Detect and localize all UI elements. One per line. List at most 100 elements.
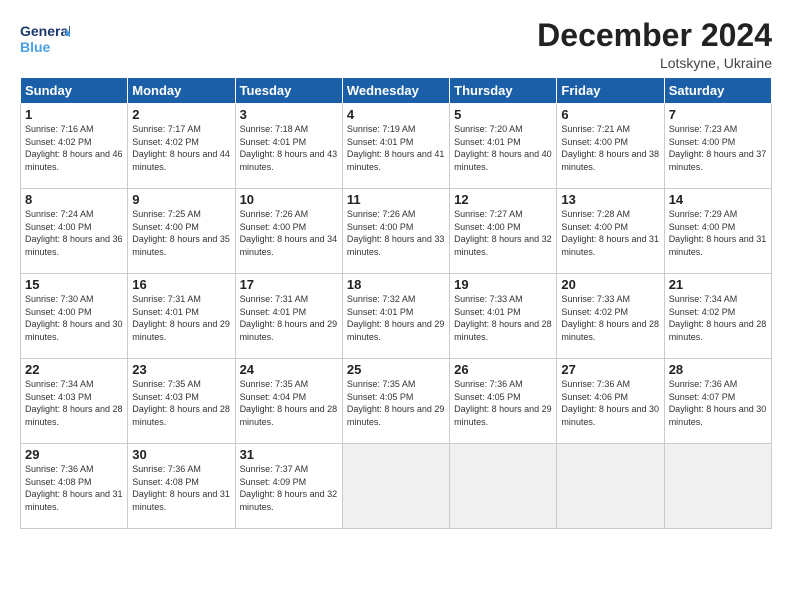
svg-text:General: General: [20, 23, 70, 39]
weekday-header-monday: Monday: [128, 78, 235, 104]
day-cell-1: 1 Sunrise: 7:16 AMSunset: 4:02 PMDayligh…: [21, 104, 128, 189]
day-info: Sunrise: 7:19 AMSunset: 4:01 PMDaylight:…: [347, 124, 445, 172]
day-cell-14: 14 Sunrise: 7:29 AMSunset: 4:00 PMDaylig…: [664, 189, 771, 274]
day-cell-4: 4 Sunrise: 7:19 AMSunset: 4:01 PMDayligh…: [342, 104, 449, 189]
day-number: 15: [25, 277, 123, 292]
month-title: December 2024: [537, 18, 772, 53]
day-number: 7: [669, 107, 767, 122]
day-info: Sunrise: 7:32 AMSunset: 4:01 PMDaylight:…: [347, 294, 445, 342]
weekday-header-sunday: Sunday: [21, 78, 128, 104]
day-cell-26: 26 Sunrise: 7:36 AMSunset: 4:05 PMDaylig…: [450, 359, 557, 444]
day-info: Sunrise: 7:34 AMSunset: 4:02 PMDaylight:…: [669, 294, 767, 342]
day-cell-22: 22 Sunrise: 7:34 AMSunset: 4:03 PMDaylig…: [21, 359, 128, 444]
week-row-3: 15 Sunrise: 7:30 AMSunset: 4:00 PMDaylig…: [21, 274, 772, 359]
day-info: Sunrise: 7:27 AMSunset: 4:00 PMDaylight:…: [454, 209, 552, 257]
day-cell-10: 10 Sunrise: 7:26 AMSunset: 4:00 PMDaylig…: [235, 189, 342, 274]
week-row-4: 22 Sunrise: 7:34 AMSunset: 4:03 PMDaylig…: [21, 359, 772, 444]
day-info: Sunrise: 7:34 AMSunset: 4:03 PMDaylight:…: [25, 379, 123, 427]
empty-cell: [557, 444, 664, 529]
day-cell-9: 9 Sunrise: 7:25 AMSunset: 4:00 PMDayligh…: [128, 189, 235, 274]
weekday-header-tuesday: Tuesday: [235, 78, 342, 104]
week-row-2: 8 Sunrise: 7:24 AMSunset: 4:00 PMDayligh…: [21, 189, 772, 274]
day-number: 17: [240, 277, 338, 292]
day-info: Sunrise: 7:33 AMSunset: 4:02 PMDaylight:…: [561, 294, 659, 342]
empty-cell: [450, 444, 557, 529]
week-row-1: 1 Sunrise: 7:16 AMSunset: 4:02 PMDayligh…: [21, 104, 772, 189]
logo-svg: General Blue: [20, 18, 70, 60]
day-info: Sunrise: 7:24 AMSunset: 4:00 PMDaylight:…: [25, 209, 123, 257]
day-number: 21: [669, 277, 767, 292]
weekday-header-saturday: Saturday: [664, 78, 771, 104]
day-number: 27: [561, 362, 659, 377]
day-cell-27: 27 Sunrise: 7:36 AMSunset: 4:06 PMDaylig…: [557, 359, 664, 444]
empty-cell: [664, 444, 771, 529]
day-info: Sunrise: 7:28 AMSunset: 4:00 PMDaylight:…: [561, 209, 659, 257]
day-number: 1: [25, 107, 123, 122]
day-cell-13: 13 Sunrise: 7:28 AMSunset: 4:00 PMDaylig…: [557, 189, 664, 274]
day-number: 5: [454, 107, 552, 122]
day-number: 22: [25, 362, 123, 377]
day-number: 25: [347, 362, 445, 377]
day-number: 4: [347, 107, 445, 122]
day-number: 28: [669, 362, 767, 377]
day-info: Sunrise: 7:16 AMSunset: 4:02 PMDaylight:…: [25, 124, 123, 172]
svg-text:Blue: Blue: [20, 39, 51, 55]
day-info: Sunrise: 7:20 AMSunset: 4:01 PMDaylight:…: [454, 124, 552, 172]
day-cell-11: 11 Sunrise: 7:26 AMSunset: 4:00 PMDaylig…: [342, 189, 449, 274]
calendar-body: 1 Sunrise: 7:16 AMSunset: 4:02 PMDayligh…: [21, 104, 772, 529]
day-number: 24: [240, 362, 338, 377]
day-cell-15: 15 Sunrise: 7:30 AMSunset: 4:00 PMDaylig…: [21, 274, 128, 359]
day-info: Sunrise: 7:33 AMSunset: 4:01 PMDaylight:…: [454, 294, 552, 342]
day-cell-18: 18 Sunrise: 7:32 AMSunset: 4:01 PMDaylig…: [342, 274, 449, 359]
day-info: Sunrise: 7:36 AMSunset: 4:08 PMDaylight:…: [132, 464, 230, 512]
day-cell-16: 16 Sunrise: 7:31 AMSunset: 4:01 PMDaylig…: [128, 274, 235, 359]
day-number: 29: [25, 447, 123, 462]
day-cell-3: 3 Sunrise: 7:18 AMSunset: 4:01 PMDayligh…: [235, 104, 342, 189]
day-cell-20: 20 Sunrise: 7:33 AMSunset: 4:02 PMDaylig…: [557, 274, 664, 359]
day-info: Sunrise: 7:17 AMSunset: 4:02 PMDaylight:…: [132, 124, 230, 172]
day-cell-6: 6 Sunrise: 7:21 AMSunset: 4:00 PMDayligh…: [557, 104, 664, 189]
day-info: Sunrise: 7:35 AMSunset: 4:04 PMDaylight:…: [240, 379, 338, 427]
day-info: Sunrise: 7:36 AMSunset: 4:07 PMDaylight:…: [669, 379, 767, 427]
calendar-page: General Blue December 2024 Lotskyne, Ukr…: [0, 0, 792, 612]
day-cell-21: 21 Sunrise: 7:34 AMSunset: 4:02 PMDaylig…: [664, 274, 771, 359]
day-cell-7: 7 Sunrise: 7:23 AMSunset: 4:00 PMDayligh…: [664, 104, 771, 189]
day-cell-29: 29 Sunrise: 7:36 AMSunset: 4:08 PMDaylig…: [21, 444, 128, 529]
day-number: 3: [240, 107, 338, 122]
day-number: 26: [454, 362, 552, 377]
empty-cell: [342, 444, 449, 529]
day-number: 31: [240, 447, 338, 462]
day-number: 23: [132, 362, 230, 377]
calendar-table: SundayMondayTuesdayWednesdayThursdayFrid…: [20, 77, 772, 529]
day-number: 10: [240, 192, 338, 207]
weekday-header-row: SundayMondayTuesdayWednesdayThursdayFrid…: [21, 78, 772, 104]
header: General Blue December 2024 Lotskyne, Ukr…: [20, 18, 772, 71]
day-info: Sunrise: 7:26 AMSunset: 4:00 PMDaylight:…: [240, 209, 338, 257]
day-info: Sunrise: 7:35 AMSunset: 4:05 PMDaylight:…: [347, 379, 445, 427]
day-info: Sunrise: 7:25 AMSunset: 4:00 PMDaylight:…: [132, 209, 230, 257]
day-cell-17: 17 Sunrise: 7:31 AMSunset: 4:01 PMDaylig…: [235, 274, 342, 359]
day-number: 12: [454, 192, 552, 207]
day-number: 16: [132, 277, 230, 292]
day-cell-25: 25 Sunrise: 7:35 AMSunset: 4:05 PMDaylig…: [342, 359, 449, 444]
day-info: Sunrise: 7:36 AMSunset: 4:06 PMDaylight:…: [561, 379, 659, 427]
day-cell-31: 31 Sunrise: 7:37 AMSunset: 4:09 PMDaylig…: [235, 444, 342, 529]
week-row-5: 29 Sunrise: 7:36 AMSunset: 4:08 PMDaylig…: [21, 444, 772, 529]
day-info: Sunrise: 7:36 AMSunset: 4:08 PMDaylight:…: [25, 464, 123, 512]
day-info: Sunrise: 7:31 AMSunset: 4:01 PMDaylight:…: [132, 294, 230, 342]
day-info: Sunrise: 7:26 AMSunset: 4:00 PMDaylight:…: [347, 209, 445, 257]
weekday-header-friday: Friday: [557, 78, 664, 104]
weekday-header-wednesday: Wednesday: [342, 78, 449, 104]
day-number: 14: [669, 192, 767, 207]
day-cell-5: 5 Sunrise: 7:20 AMSunset: 4:01 PMDayligh…: [450, 104, 557, 189]
day-info: Sunrise: 7:37 AMSunset: 4:09 PMDaylight:…: [240, 464, 338, 512]
day-cell-19: 19 Sunrise: 7:33 AMSunset: 4:01 PMDaylig…: [450, 274, 557, 359]
day-cell-28: 28 Sunrise: 7:36 AMSunset: 4:07 PMDaylig…: [664, 359, 771, 444]
day-number: 8: [25, 192, 123, 207]
day-info: Sunrise: 7:23 AMSunset: 4:00 PMDaylight:…: [669, 124, 767, 172]
day-info: Sunrise: 7:30 AMSunset: 4:00 PMDaylight:…: [25, 294, 123, 342]
day-number: 30: [132, 447, 230, 462]
day-info: Sunrise: 7:29 AMSunset: 4:00 PMDaylight:…: [669, 209, 767, 257]
day-info: Sunrise: 7:18 AMSunset: 4:01 PMDaylight:…: [240, 124, 338, 172]
day-info: Sunrise: 7:36 AMSunset: 4:05 PMDaylight:…: [454, 379, 552, 427]
